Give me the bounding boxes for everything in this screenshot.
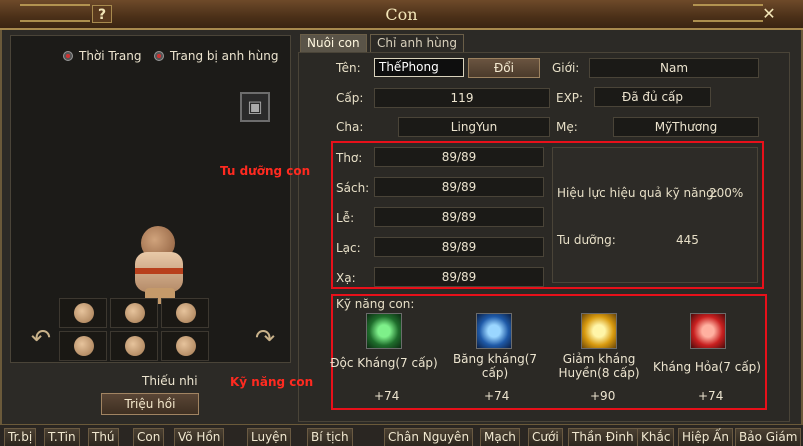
radio-hero-equipment[interactable]: Trang bị anh hùng <box>154 49 278 63</box>
pose-slot[interactable] <box>161 298 209 328</box>
tab-hero-seal[interactable]: Hiệp Ấn <box>678 428 733 446</box>
pose-slot[interactable] <box>110 331 158 361</box>
tab-child[interactable]: Con <box>133 428 165 446</box>
skill-effect-panel <box>552 147 758 283</box>
skill-bonus-poison: +74 <box>374 389 400 403</box>
cultivate-value: 445 <box>676 233 699 247</box>
mother-label: Mẹ: <box>556 120 578 134</box>
radio-icon[interactable] <box>154 51 164 61</box>
skill-bonus-fire: +74 <box>698 389 724 403</box>
tab-treasure-appraisal[interactable]: Bảo Giám <box>735 428 802 446</box>
tab-secret-book[interactable]: Bí tịch <box>307 428 353 446</box>
character-tabbar: Tr.bị T.Tin Thú Con Võ Hồn Luyện Bí tịch… <box>0 424 803 446</box>
stat-label-poetry: Thơ: <box>336 151 363 165</box>
gender-label: Giới: <box>552 61 580 75</box>
child-character-model <box>131 226 189 304</box>
equipment-slot-icon[interactable]: ▣ <box>240 92 270 122</box>
tab-hero-guide[interactable]: Chỉ anh hùng <box>370 34 464 52</box>
level-label: Cấp: <box>336 91 364 105</box>
mother-value: MỹThương <box>613 117 759 137</box>
level-value: 119 <box>374 88 550 108</box>
radio-fashion[interactable]: Thời Trang <box>63 49 142 63</box>
tab-marriage[interactable]: Cưới <box>528 428 563 446</box>
summon-button[interactable]: Triệu hồi <box>101 393 199 415</box>
stat-label-rites: Lễ: <box>336 211 355 225</box>
title-bar[interactable]: ? Con ✕ <box>0 0 803 30</box>
stat-label-music: Lạc: <box>336 241 361 255</box>
stat-label-books: Sách: <box>336 181 370 195</box>
pose-slot[interactable] <box>59 298 107 328</box>
name-field[interactable]: ThếPhong <box>374 58 464 77</box>
skill-name-fire: Kháng Hỏa(7 cấp) <box>653 360 761 374</box>
stat-value-music: 89/89 <box>374 237 544 257</box>
rename-button[interactable]: Đổi <box>468 58 540 78</box>
tab-true-essence[interactable]: Chân Nguyên <box>384 428 474 446</box>
stat-value-rites: 89/89 <box>374 207 544 227</box>
gender-value: Nam <box>589 58 759 78</box>
stat-value-poetry: 89/89 <box>374 147 544 167</box>
radio-icon[interactable] <box>63 51 73 61</box>
exp-label: EXP: <box>556 91 584 105</box>
fire-resist-icon[interactable] <box>690 313 726 349</box>
skill-bonus-ice: +74 <box>484 389 510 403</box>
stat-value-archery: 89/89 <box>374 267 544 287</box>
child-stage-label: Thiếu nhi <box>142 374 198 388</box>
effect-label: Hiệu lực hiệu quả kỹ năng: <box>557 186 718 200</box>
pose-slot[interactable] <box>110 298 158 328</box>
window-title: Con <box>385 5 418 24</box>
tab-equipment[interactable]: Tr.bị <box>4 428 37 446</box>
name-label: Tên: <box>336 61 361 75</box>
skills-header: Kỹ năng con: <box>336 297 415 311</box>
tab-martial-soul[interactable]: Võ Hồn <box>174 428 225 446</box>
pose-slot[interactable] <box>161 331 209 361</box>
ice-resist-icon[interactable] <box>476 313 512 349</box>
tab-pet[interactable]: Thú <box>88 428 119 446</box>
reduce-mystic-resist-icon[interactable] <box>581 313 617 349</box>
rotate-right-icon[interactable]: ↷ <box>255 324 275 352</box>
tab-training[interactable]: Luyện <box>247 428 292 446</box>
exp-value: Đã đủ cấp <box>594 87 711 107</box>
effect-value: 200% <box>709 186 744 200</box>
stat-value-books: 89/89 <box>374 177 544 197</box>
radio-fashion-label: Thời Trang <box>79 49 142 63</box>
character-preview-panel: Thời Trang Trang bị anh hùng ▣ ↶ ↷ <box>10 35 291 363</box>
pose-grid <box>59 298 209 366</box>
cultivation-section-label: Tu dưỡng con <box>220 164 311 178</box>
father-label: Cha: <box>336 120 364 134</box>
pose-slot[interactable] <box>59 331 107 361</box>
title-ornament-right <box>693 4 763 22</box>
tab-raise-child[interactable]: Nuôi con <box>300 34 367 52</box>
tab-info[interactable]: T.Tin <box>44 428 80 446</box>
father-value: LingYun <box>398 117 550 137</box>
tab-divine-nail[interactable]: Thần Đinh <box>568 428 638 446</box>
tab-meridian[interactable]: Mạch <box>480 428 520 446</box>
poison-resist-icon[interactable] <box>366 313 402 349</box>
skill-bonus-mystic: +90 <box>590 389 616 403</box>
rotate-left-icon[interactable]: ↶ <box>31 324 51 352</box>
stat-label-archery: Xạ: <box>336 271 356 285</box>
skills-section-label: Kỹ năng con <box>230 375 314 389</box>
radio-hero-equipment-label: Trang bị anh hùng <box>170 49 279 63</box>
close-icon[interactable]: ✕ <box>759 4 779 24</box>
cultivate-label: Tu dưỡng: <box>557 233 616 247</box>
tab-engrave[interactable]: Khắc <box>637 428 675 446</box>
